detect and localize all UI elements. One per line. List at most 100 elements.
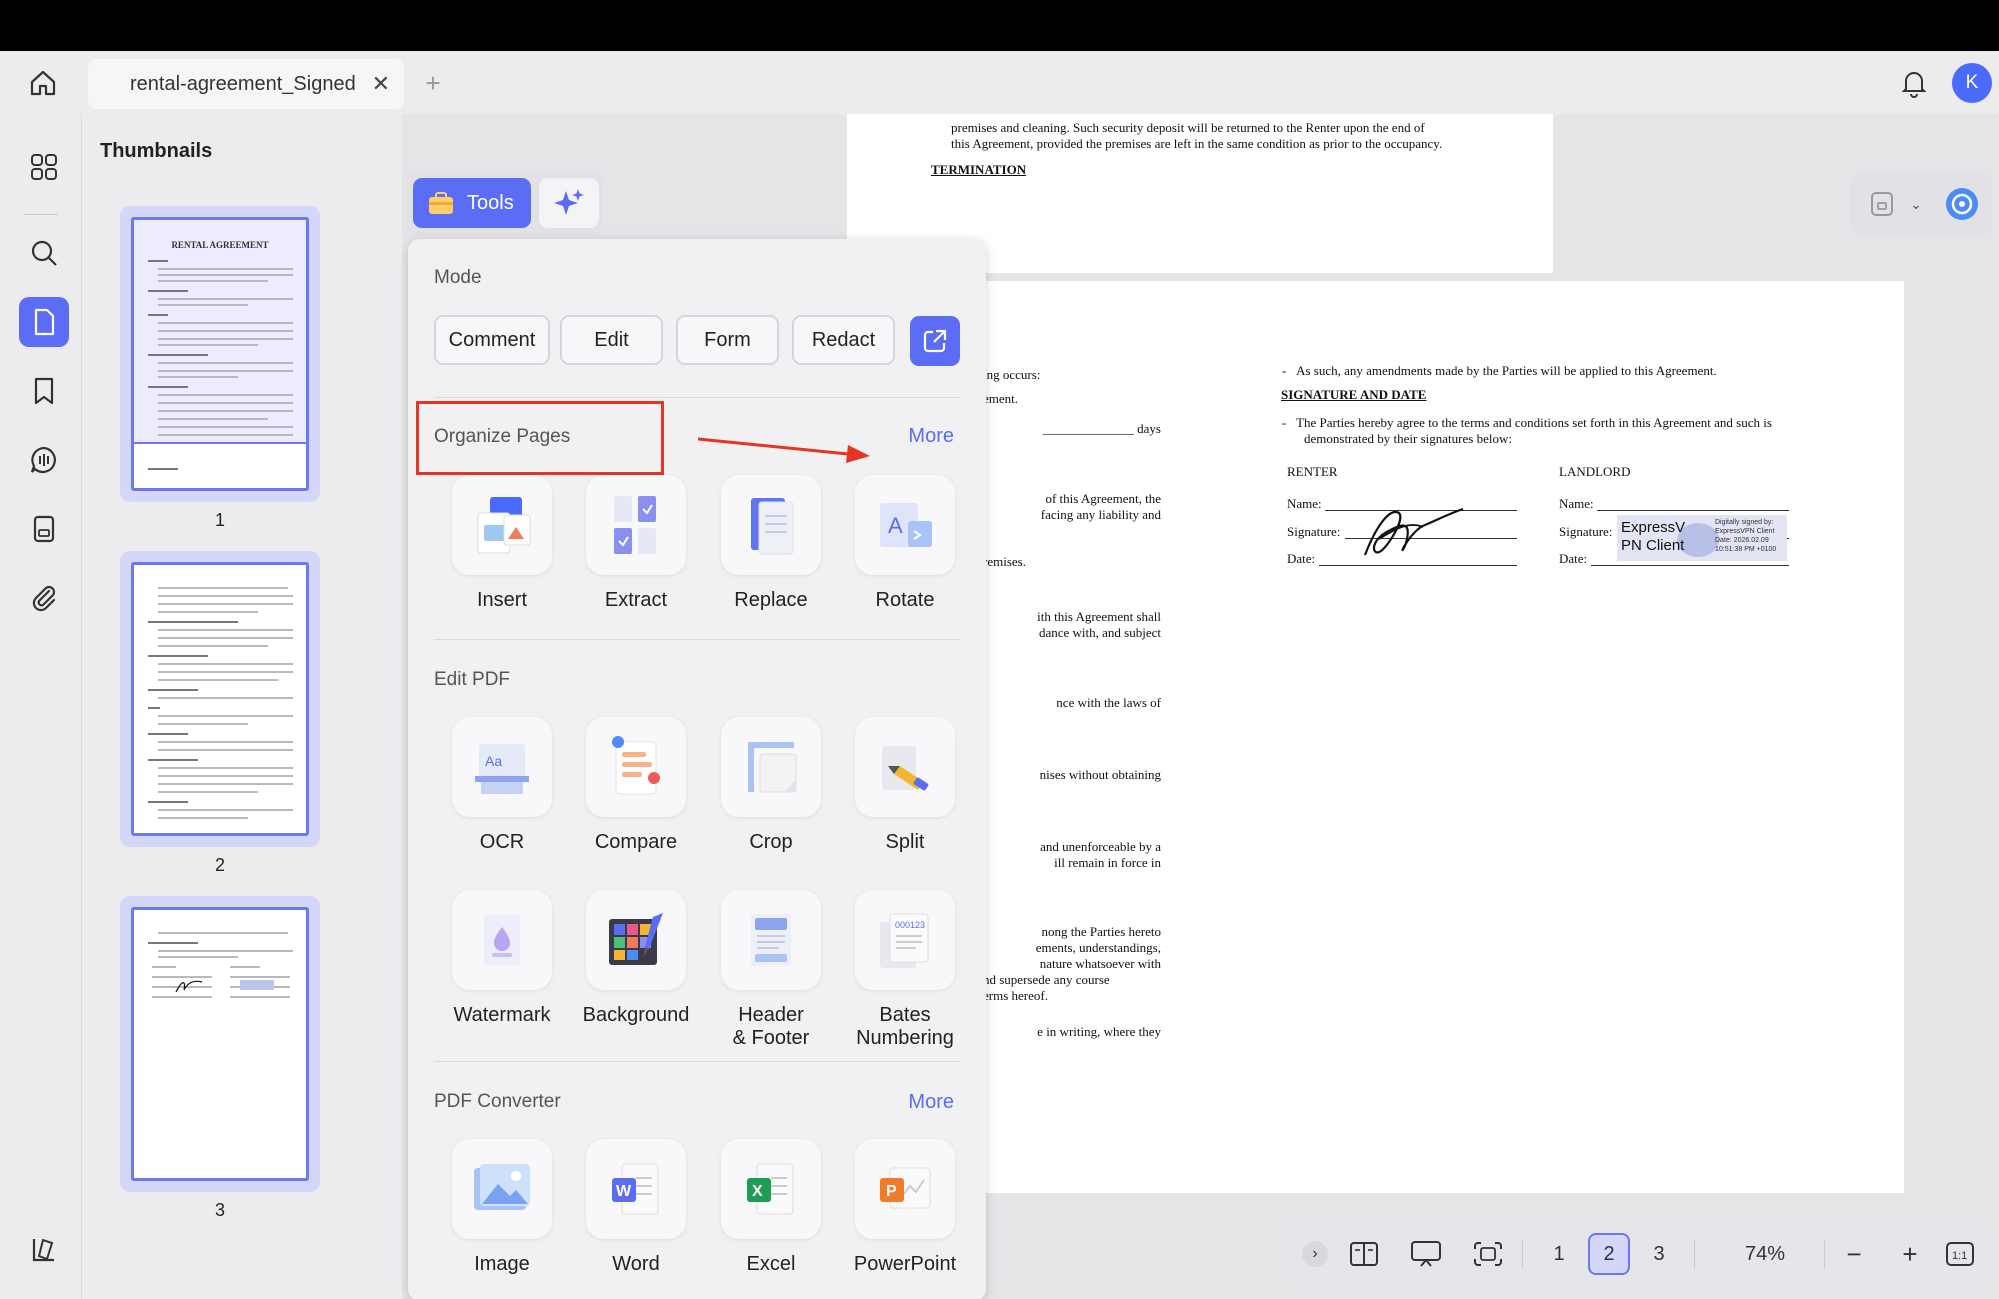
save-icon[interactable]: [1866, 188, 1898, 220]
pages-icon[interactable]: [19, 297, 69, 347]
image-icon: [474, 1164, 530, 1210]
extract-pages-icon: [614, 496, 656, 554]
tool-label: PowerPoint: [853, 1253, 957, 1275]
chevron-down-icon[interactable]: ⌄: [1906, 192, 1926, 216]
doc-text: nd supersede any course: [983, 972, 1110, 987]
comment-icon[interactable]: [19, 435, 69, 485]
zoom-level[interactable]: 74%: [1718, 1235, 1812, 1273]
doc-text: facing any liability and: [1040, 507, 1161, 522]
library-icon[interactable]: [19, 1224, 69, 1274]
doc-heading: TERMINATION: [931, 162, 1027, 177]
form-icon[interactable]: [19, 504, 69, 554]
insert-tool[interactable]: Insert: [435, 475, 569, 612]
pdf-converter-title: PDF Converter: [434, 1091, 561, 1112]
tool-label: Split: [885, 831, 925, 853]
svg-text:X: X: [752, 1183, 763, 1200]
replace-tool[interactable]: Replace: [704, 475, 838, 612]
compare-tool[interactable]: Compare: [569, 717, 703, 854]
presentation-icon[interactable]: [1406, 1235, 1446, 1273]
header-footer-tool[interactable]: Header & Footer: [704, 890, 838, 1050]
close-tab-icon[interactable]: ✕: [372, 71, 390, 97]
doc-text: and unenforceable by a: [1040, 839, 1161, 854]
convert-excel-tool[interactable]: X Excel: [704, 1139, 838, 1276]
background-tool[interactable]: Background: [569, 890, 703, 1027]
page-1-button[interactable]: 1: [1538, 1233, 1580, 1275]
convert-powerpoint-tool[interactable]: P PowerPoint: [838, 1139, 972, 1276]
digital-signature-stamp[interactable]: ExpressV PN Client Digitally signed by: …: [1617, 515, 1787, 561]
tool-label: Extract: [604, 589, 668, 611]
bates-numbering-tool[interactable]: 000123 Bates Numbering: [838, 890, 972, 1050]
doc-text: ements, understandings,: [1035, 940, 1161, 955]
stamp-detail: 10:51:38 PM +0100: [1715, 546, 1777, 553]
watermark-tool[interactable]: Watermark: [435, 890, 569, 1027]
page-layout-icon[interactable]: [1344, 1235, 1384, 1273]
ocr-icon: Aa: [475, 744, 529, 794]
signature-label: Signature:: [1287, 524, 1341, 539]
tool-label: Excel: [746, 1253, 796, 1275]
organize-more-link[interactable]: More: [908, 425, 954, 448]
crop-icon: [748, 742, 797, 793]
avatar[interactable]: K: [1952, 63, 1992, 103]
redact-mode-button[interactable]: Redact: [792, 315, 895, 365]
rotate-pages-icon: A: [880, 503, 932, 547]
ai-sparkle-button[interactable]: [539, 178, 599, 228]
tool-label: Header & Footer: [732, 1004, 810, 1049]
apps-grid-icon[interactable]: [19, 142, 69, 192]
comment-mode-button[interactable]: Comment: [434, 315, 550, 365]
ocr-tool[interactable]: Aa OCR: [435, 717, 569, 854]
doc-text: ing occurs:: [983, 367, 1041, 382]
zoom-in-icon[interactable]: +: [1892, 1235, 1928, 1273]
svg-text:Aa: Aa: [485, 753, 502, 769]
bell-icon[interactable]: [1896, 65, 1932, 101]
left-rail: [0, 114, 82, 1299]
tool-label: Insert: [476, 589, 528, 611]
new-tab-icon[interactable]: +: [418, 65, 448, 101]
document-tab[interactable]: rental-agreement_Signed ✕: [88, 59, 404, 109]
edit-mode-button[interactable]: Edit: [560, 315, 663, 365]
rotate-tool[interactable]: A Rotate: [838, 475, 972, 612]
convert-image-tool[interactable]: Image: [435, 1139, 569, 1276]
form-mode-button[interactable]: Form: [676, 315, 779, 365]
home-icon[interactable]: [22, 65, 64, 101]
page-2-button[interactable]: 2: [1588, 1233, 1630, 1275]
open-external-button[interactable]: [910, 316, 960, 366]
tools-panel: Mode Comment Edit Form Redact Organize P…: [408, 239, 986, 1299]
search-icon[interactable]: [19, 228, 69, 278]
extract-tool[interactable]: Extract: [569, 475, 703, 612]
split-tool[interactable]: Split: [838, 717, 972, 854]
actual-size-icon[interactable]: 1:1: [1942, 1237, 1978, 1271]
doc-text: - As such, any amendments made by the Pa…: [1282, 363, 1717, 378]
tab-title: rental-agreement_Signed: [130, 72, 356, 95]
thumbnail-page-3[interactable]: 3: [120, 896, 320, 1220]
chevron-right-icon[interactable]: ›: [1302, 1241, 1328, 1267]
converter-more-link[interactable]: More: [908, 1091, 954, 1114]
doc-text: remises.: [983, 554, 1026, 569]
doc-text: ______________ days: [1042, 421, 1161, 436]
date-label: Date:: [1559, 551, 1588, 566]
stamp-detail: ExpressVPN Client: [1715, 528, 1775, 535]
document-page: - As such, any amendments made by the Pa…: [1199, 281, 1904, 1193]
fit-page-icon[interactable]: [1468, 1235, 1508, 1273]
thumbnail-heading: RENTAL AGREEMENT: [171, 240, 269, 250]
powerpoint-icon: P: [880, 1167, 931, 1209]
tool-label: Replace: [734, 589, 808, 611]
edit-pdf-title: Edit PDF: [434, 669, 511, 690]
tools-button[interactable]: Tools: [413, 178, 531, 228]
ai-assistant-icon[interactable]: [1942, 184, 1982, 224]
thumbnail-number: 2: [214, 855, 225, 875]
attachment-icon[interactable]: [19, 573, 69, 623]
thumbnail-page-2[interactable]: 2: [120, 551, 320, 875]
page-3-button[interactable]: 3: [1638, 1233, 1680, 1275]
stamp-name: ExpressV: [1621, 519, 1686, 536]
bookmark-icon[interactable]: [19, 366, 69, 416]
tools-label: Tools: [467, 191, 514, 214]
watermark-icon: [484, 915, 520, 965]
zoom-out-icon[interactable]: −: [1836, 1235, 1872, 1273]
app-window: rental-agreement_Signed ✕ + K Thumbnails…: [0, 51, 1999, 1299]
crop-tool[interactable]: Crop: [704, 717, 838, 854]
tool-label: Crop: [749, 831, 793, 853]
thumbnail-page-1[interactable]: RENTAL AGREEMENT 1: [120, 206, 320, 530]
tool-label: Bates Numbering: [856, 1004, 954, 1049]
svg-text:A: A: [888, 513, 903, 538]
convert-word-tool[interactable]: W Word: [569, 1139, 703, 1276]
